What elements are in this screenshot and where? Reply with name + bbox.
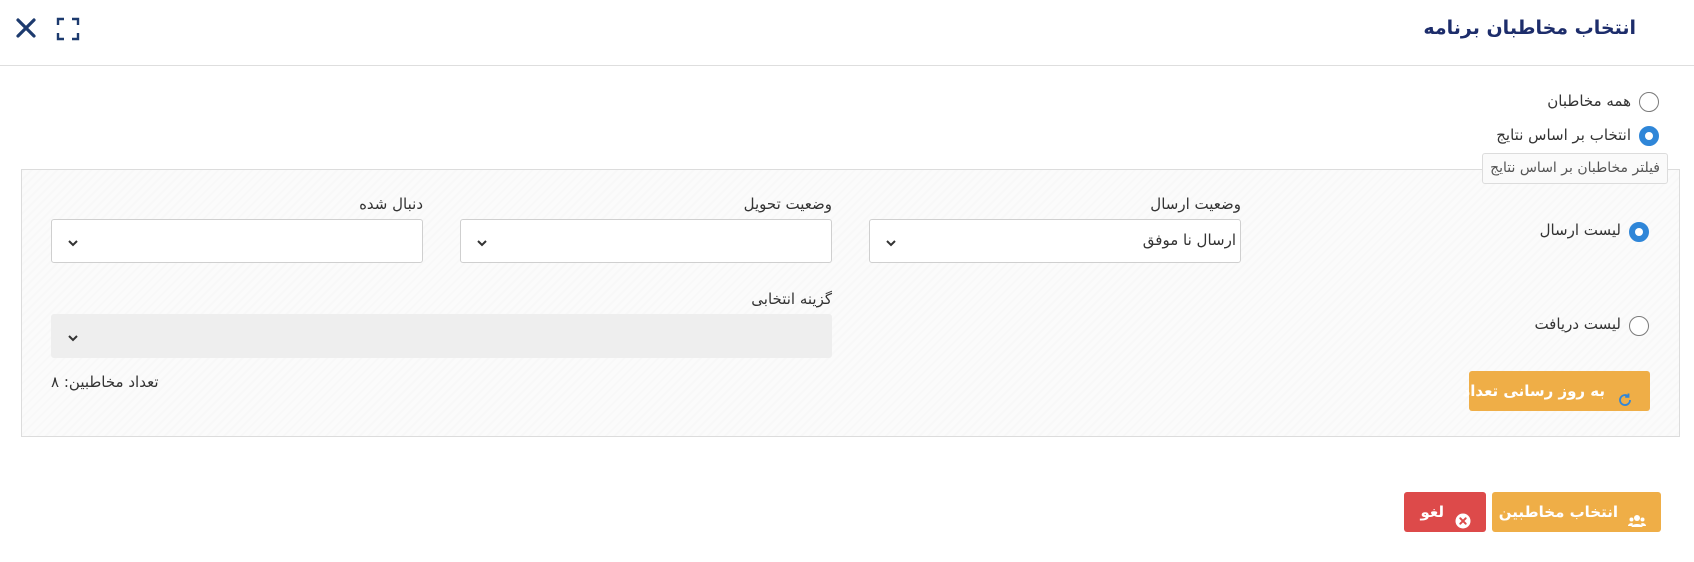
all-audience-radio[interactable] [1639, 92, 1659, 112]
selected-option-select[interactable] [51, 314, 832, 358]
close-icon[interactable] [14, 16, 38, 40]
chevron-down-icon [66, 330, 80, 344]
update-count-button[interactable]: به روز رسانی تعداد [1463, 371, 1650, 411]
delivery-status-label: وضعیت تحویل [743, 195, 832, 213]
filter-panel [21, 169, 1680, 437]
filter-legend: فیلتر مخاطبان بر اساس نتایج [1482, 153, 1668, 184]
refresh-icon [1617, 383, 1633, 423]
receive-list-radio[interactable] [1629, 316, 1649, 336]
send-status-label: وضعیت ارسال [1150, 195, 1241, 213]
selected-option-label: گزینه انتخابی [751, 290, 832, 308]
contacts-count-label: تعداد مخاطبین: [63, 373, 159, 391]
delivery-status-select[interactable] [460, 219, 832, 263]
followed-select[interactable] [51, 219, 423, 263]
dialog-header: انتخاب مخاطبان برنامه [0, 0, 1694, 66]
chevron-down-icon [66, 235, 80, 249]
receive-list-label: لیست دریافت [1534, 315, 1621, 333]
by-results-label: انتخاب بر اساس نتایج [1496, 126, 1631, 144]
send-list-label: لیست ارسال [1539, 221, 1621, 239]
all-audience-label: همه مخاطبان [1547, 92, 1631, 110]
fullscreen-icon[interactable] [56, 17, 80, 41]
chevron-down-icon [475, 235, 489, 249]
select-contacts-button[interactable]: انتخاب مخاطبین [1492, 492, 1661, 532]
contacts-count-value: ۸ [51, 373, 60, 391]
cancel-label: لغو [1420, 503, 1444, 521]
dialog-title: انتخاب مخاطبان برنامه [1423, 17, 1636, 39]
contacts-count: تعداد مخاطبین: ۸ [51, 373, 159, 391]
chevron-down-icon [884, 235, 898, 249]
followed-label: دنبال شده [359, 195, 423, 213]
cancel-circle-icon [1455, 504, 1471, 544]
cancel-button[interactable]: لغو [1404, 492, 1486, 532]
users-icon [1628, 504, 1646, 544]
by-results-radio[interactable] [1639, 126, 1659, 146]
send-status-select[interactable]: ارسال نا موفق [869, 219, 1241, 263]
update-count-label: به روز رسانی تعداد [1462, 382, 1605, 400]
send-status-value: ارسال نا موفق [1142, 231, 1236, 249]
send-list-radio[interactable] [1629, 222, 1649, 242]
select-contacts-label: انتخاب مخاطبین [1498, 503, 1618, 521]
